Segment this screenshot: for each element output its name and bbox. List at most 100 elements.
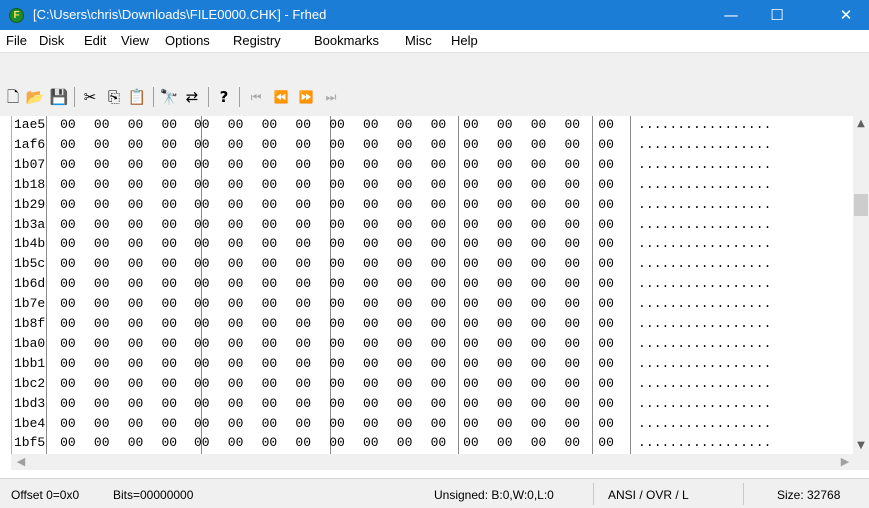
hex-byte[interactable]: 00 <box>128 176 144 193</box>
hex-byte[interactable]: 00 <box>228 315 244 332</box>
ascii-column[interactable]: ................. <box>638 136 771 153</box>
hex-byte[interactable]: 00 <box>497 434 513 451</box>
hex-byte[interactable]: 00 <box>94 355 110 372</box>
hex-byte[interactable]: 00 <box>431 355 447 372</box>
hex-byte[interactable]: 00 <box>431 235 447 252</box>
hex-byte[interactable]: 00 <box>194 176 210 193</box>
hex-byte[interactable]: 00 <box>94 335 110 352</box>
hex-byte[interactable]: 00 <box>531 275 547 292</box>
hex-byte[interactable]: 00 <box>431 136 447 153</box>
hex-byte[interactable]: 00 <box>228 275 244 292</box>
menu-disk[interactable]: Disk <box>39 33 64 48</box>
hex-byte[interactable]: 00 <box>60 196 76 213</box>
hex-byte[interactable]: 00 <box>397 116 413 133</box>
hex-byte[interactable]: 00 <box>60 176 76 193</box>
hex-byte[interactable]: 00 <box>565 196 581 213</box>
hex-byte[interactable]: 00 <box>531 196 547 213</box>
hex-byte[interactable]: 00 <box>194 196 210 213</box>
hex-byte[interactable]: 00 <box>497 415 513 432</box>
hex-byte[interactable]: 00 <box>295 355 311 372</box>
hex-byte[interactable]: 00 <box>94 315 110 332</box>
hex-byte[interactable]: 00 <box>397 255 413 272</box>
hex-byte[interactable]: 00 <box>497 335 513 352</box>
hex-byte[interactable]: 00 <box>531 434 547 451</box>
hex-byte[interactable]: 00 <box>162 235 178 252</box>
hex-byte[interactable]: 00 <box>363 235 379 252</box>
hex-byte[interactable]: 00 <box>497 275 513 292</box>
hex-byte[interactable]: 00 <box>262 295 278 312</box>
hex-byte[interactable]: 00 <box>295 235 311 252</box>
ascii-column[interactable]: ................. <box>638 116 771 133</box>
hex-byte[interactable]: 00 <box>565 176 581 193</box>
hex-byte[interactable]: 00 <box>531 315 547 332</box>
hex-byte[interactable]: 00 <box>497 136 513 153</box>
hex-byte[interactable]: 00 <box>262 395 278 412</box>
hex-byte[interactable]: 00 <box>397 216 413 233</box>
hex-byte[interactable]: 00 <box>128 295 144 312</box>
hex-byte[interactable]: 00 <box>565 395 581 412</box>
hex-byte[interactable]: 00 <box>531 415 547 432</box>
hex-byte[interactable]: 00 <box>262 335 278 352</box>
hex-byte[interactable]: 00 <box>329 315 345 332</box>
ascii-column[interactable]: ................. <box>638 434 771 451</box>
ascii-column[interactable]: ................. <box>638 315 771 332</box>
hex-byte[interactable]: 00 <box>60 116 76 133</box>
hex-byte[interactable]: 00 <box>128 395 144 412</box>
scroll-up-icon[interactable]: ▲ <box>853 116 869 132</box>
hex-byte[interactable]: 00 <box>262 434 278 451</box>
hex-byte[interactable]: 00 <box>397 196 413 213</box>
hex-byte[interactable]: 00 <box>162 335 178 352</box>
horizontal-scrollbar[interactable]: ◀ ▶ <box>11 454 869 470</box>
hex-byte[interactable]: 00 <box>295 196 311 213</box>
hex-byte[interactable]: 00 <box>363 196 379 213</box>
hex-byte[interactable]: 00 <box>94 415 110 432</box>
hex-byte[interactable]: 00 <box>262 136 278 153</box>
hex-byte[interactable]: 00 <box>598 116 614 133</box>
hex-byte[interactable]: 00 <box>162 434 178 451</box>
hex-byte[interactable]: 00 <box>431 275 447 292</box>
hex-byte[interactable]: 00 <box>463 235 479 252</box>
hex-byte[interactable]: 00 <box>329 295 345 312</box>
hex-byte[interactable]: 00 <box>162 315 178 332</box>
hex-byte[interactable]: 00 <box>60 136 76 153</box>
hex-byte[interactable]: 00 <box>194 136 210 153</box>
find-binoculars-icon[interactable]: 🔭 <box>159 87 179 107</box>
ascii-column[interactable]: ................. <box>638 235 771 252</box>
hex-byte[interactable]: 00 <box>128 196 144 213</box>
menu-file[interactable]: File <box>6 33 27 48</box>
hex-byte[interactable]: 00 <box>463 295 479 312</box>
hex-byte[interactable]: 00 <box>295 176 311 193</box>
hex-byte[interactable]: 00 <box>431 415 447 432</box>
hex-byte[interactable]: 00 <box>329 176 345 193</box>
hex-byte[interactable]: 00 <box>94 216 110 233</box>
hex-byte[interactable]: 00 <box>262 235 278 252</box>
open-folder-icon[interactable]: 📂 <box>25 87 45 107</box>
hex-byte[interactable]: 00 <box>162 136 178 153</box>
hex-byte[interactable]: 00 <box>363 255 379 272</box>
hex-byte[interactable]: 00 <box>565 375 581 392</box>
maximize-button[interactable]: ☐ <box>754 0 800 30</box>
hex-byte[interactable]: 00 <box>329 116 345 133</box>
hex-byte[interactable]: 00 <box>598 255 614 272</box>
hex-byte[interactable]: 00 <box>295 335 311 352</box>
hex-byte[interactable]: 00 <box>497 116 513 133</box>
hex-byte[interactable]: 00 <box>463 415 479 432</box>
hex-byte[interactable]: 00 <box>60 434 76 451</box>
hex-byte[interactable]: 00 <box>262 196 278 213</box>
hex-byte[interactable]: 00 <box>228 116 244 133</box>
hex-byte[interactable]: 00 <box>162 295 178 312</box>
ascii-column[interactable]: ................. <box>638 255 771 272</box>
hex-byte[interactable]: 00 <box>329 235 345 252</box>
hex-byte[interactable]: 00 <box>162 255 178 272</box>
hex-byte[interactable]: 00 <box>162 156 178 173</box>
hex-byte[interactable]: 00 <box>531 116 547 133</box>
hex-byte[interactable]: 00 <box>228 156 244 173</box>
ascii-column[interactable]: ................. <box>638 335 771 352</box>
hex-byte[interactable]: 00 <box>363 176 379 193</box>
hex-byte[interactable]: 00 <box>531 136 547 153</box>
hex-byte[interactable]: 00 <box>162 395 178 412</box>
menu-view[interactable]: View <box>121 33 149 48</box>
hex-byte[interactable]: 00 <box>531 176 547 193</box>
hex-byte[interactable]: 00 <box>60 275 76 292</box>
hex-byte[interactable]: 00 <box>463 355 479 372</box>
